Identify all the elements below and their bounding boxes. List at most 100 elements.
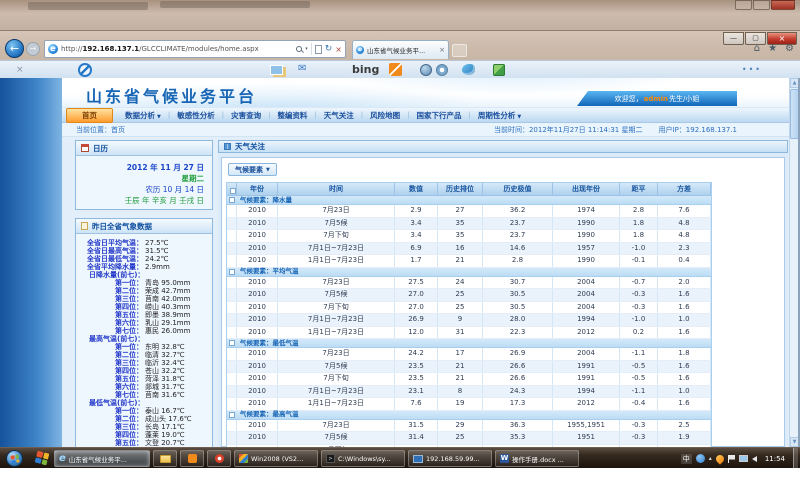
group-checkbox[interactable] bbox=[229, 340, 235, 346]
weather-panel-header: 昨日全省气象数据 bbox=[76, 219, 212, 234]
weather-stat-row: 第五位：菏泽 31.8℃ bbox=[79, 375, 209, 383]
nav-item-0[interactable]: 首页 bbox=[66, 108, 113, 123]
tray-app-icon[interactable] bbox=[696, 454, 705, 463]
taskbar-clock[interactable]: 11:54 bbox=[761, 455, 789, 463]
refresh-icon[interactable]: ↻ bbox=[325, 45, 333, 54]
close-icon[interactable] bbox=[771, 0, 795, 10]
taskbar: e山东省气候业务平... Win2008 (VS2...>C:\Windows\s… bbox=[0, 447, 800, 468]
action-center-flag-icon[interactable] bbox=[728, 455, 735, 463]
url-text[interactable]: http://192.168.137.1/GLCCLIMATE/modules/… bbox=[61, 45, 293, 53]
volume-icon[interactable] bbox=[752, 456, 757, 462]
table-cell: 1.0 bbox=[658, 386, 711, 398]
network-icon[interactable] bbox=[739, 455, 748, 462]
nav-item-6[interactable]: 风险地图 bbox=[363, 110, 407, 121]
weather-stat-row: 第一位：东明 32.8℃ bbox=[79, 343, 209, 351]
table-group-row[interactable]: 气候要素：降水量 bbox=[227, 196, 711, 205]
select-all-checkbox[interactable] bbox=[230, 188, 236, 194]
chevron-down-icon[interactable]: ▾ bbox=[305, 46, 308, 52]
table-row: 20107月下旬3.43523.719901.84.8 bbox=[227, 230, 711, 243]
taskbar-window-label: 操作手册.docx ... bbox=[512, 454, 564, 464]
table-cell: -0.7 bbox=[620, 277, 658, 289]
show-desktop-button[interactable] bbox=[793, 448, 798, 469]
nav-item-3[interactable]: 灾害查询 bbox=[224, 110, 268, 121]
taskbar-window-1[interactable] bbox=[153, 450, 177, 467]
taskbar-window-5[interactable]: >C:\Windows\sy... bbox=[321, 450, 405, 467]
tools-icon[interactable]: ⚙ bbox=[785, 42, 794, 56]
table-cell: 35.3 bbox=[483, 432, 553, 444]
weather-stat-row: 全省日最高气温：31.5℃ bbox=[79, 247, 209, 255]
bing-logo[interactable]: bing bbox=[352, 63, 379, 76]
table-cell: 30.5 bbox=[483, 302, 553, 314]
table-cell: 2010 bbox=[237, 218, 278, 230]
nav-item-4[interactable]: 整编资料 bbox=[270, 110, 314, 121]
start-button[interactable] bbox=[6, 450, 23, 467]
search-icon[interactable] bbox=[296, 46, 302, 52]
taskbar-window-2[interactable] bbox=[180, 450, 204, 467]
table-cell: 1990 bbox=[553, 255, 620, 267]
search-provider-icon[interactable] bbox=[389, 63, 402, 76]
toolbar-bird-icon[interactable] bbox=[462, 64, 475, 75]
compatibility-view-icon[interactable] bbox=[315, 45, 322, 54]
stat-label: 第二位： bbox=[79, 351, 143, 359]
stop-icon[interactable]: × bbox=[335, 45, 342, 54]
favorites-icon[interactable]: ★ bbox=[768, 42, 777, 56]
page-scrollbar[interactable]: ▲ ▼ bbox=[789, 78, 798, 447]
nav-item-1[interactable]: 数据分析▼ bbox=[118, 110, 168, 121]
taskbar-window-6[interactable]: 192.168.59.99... bbox=[408, 450, 492, 467]
pinned-app-icon[interactable] bbox=[35, 451, 50, 466]
home-icon[interactable]: ⌂ bbox=[754, 42, 760, 56]
forward-button[interactable]: → bbox=[26, 42, 40, 56]
address-bar[interactable]: e http://192.168.137.1/GLCCLIMATE/module… bbox=[44, 40, 346, 58]
maximize-icon[interactable] bbox=[753, 0, 770, 10]
stat-value: 长岛 17.1℃ bbox=[145, 423, 185, 431]
table-group-row[interactable]: 气候要素：平均气温 bbox=[227, 268, 711, 277]
browser-toolbar: × ✉ bing ••• bbox=[0, 60, 800, 79]
mail-icon[interactable]: ✉ bbox=[298, 63, 306, 74]
group-checkbox[interactable] bbox=[229, 197, 235, 203]
taskbar-window-3[interactable] bbox=[207, 450, 231, 467]
taskbar-window-4[interactable]: Win2008 (VS2... bbox=[234, 450, 318, 467]
nav-item-8[interactable]: 周期性分析▼ bbox=[471, 110, 528, 121]
taskbar-window-7[interactable]: W操作手册.docx ... bbox=[495, 450, 579, 467]
group-checkbox[interactable] bbox=[229, 269, 235, 275]
table-row: 20107月5候3.43523.719901.84.8 bbox=[227, 218, 711, 231]
stat-label: 第五位： bbox=[79, 375, 143, 383]
windows-logo-icon bbox=[10, 454, 19, 463]
tray-expand-icon[interactable]: ▴ bbox=[709, 455, 712, 462]
toolbar-plugin-icon[interactable] bbox=[493, 64, 505, 76]
table-group-row[interactable]: 气候要素：最低气温 bbox=[227, 339, 711, 348]
calendar-date: 2012 年 11 月 27 日 bbox=[80, 162, 204, 173]
table-group-row[interactable]: 气候要素：最高气温 bbox=[227, 411, 711, 420]
taskbar-window-0[interactable]: e山东省气候业务平... bbox=[54, 450, 150, 467]
nav-item-2[interactable]: 敏感性分析 bbox=[170, 110, 222, 121]
minimize-icon[interactable] bbox=[735, 0, 752, 10]
tab-close-icon[interactable]: × bbox=[439, 46, 445, 54]
nav-item-7[interactable]: 国家下行产品 bbox=[410, 110, 469, 121]
blocked-icon[interactable] bbox=[78, 63, 92, 77]
site-header: 山东省气候业务平台 欢迎您，admin 先生/小姐 bbox=[62, 78, 789, 108]
table-header-cell: 数值 bbox=[395, 183, 438, 196]
address-bar-row: ← → e http://192.168.137.1/GLCCLIMATE/mo… bbox=[0, 39, 800, 60]
nav-item-5[interactable]: 天气关注 bbox=[317, 110, 361, 121]
weather-focus-header: 天气关注 bbox=[218, 140, 788, 153]
toolbar-plugin-icon[interactable] bbox=[436, 64, 448, 76]
back-button[interactable]: ← bbox=[5, 39, 24, 58]
browser-tab[interactable]: e 山东省气候业务平... × bbox=[352, 40, 449, 59]
table-cell bbox=[227, 255, 237, 267]
table-cell: 2004 bbox=[553, 277, 620, 289]
table-cell: 24.2 bbox=[395, 348, 438, 360]
climate-element-button[interactable]: 气候要素 ▼ bbox=[228, 163, 277, 176]
toolbar-plugin-icon[interactable] bbox=[420, 64, 432, 76]
weather-stat-row: 全省日平均气温：27.5℃ bbox=[79, 239, 209, 247]
ie-icon: e bbox=[59, 454, 66, 464]
close-icon[interactable]: × bbox=[16, 65, 24, 75]
username: admin bbox=[644, 95, 668, 103]
tray-flame-icon[interactable] bbox=[714, 453, 725, 464]
table-cell: -0.5 bbox=[620, 361, 658, 373]
new-tab-button[interactable] bbox=[452, 44, 467, 57]
photos-icon[interactable] bbox=[270, 65, 283, 75]
input-language-indicator[interactable]: 中 bbox=[681, 454, 692, 464]
nav-menu: 首页数据分析▼|敏感性分析|灾害查询|整编资料|天气关注|风险地图|国家下行产品… bbox=[62, 108, 789, 123]
group-checkbox[interactable] bbox=[229, 412, 235, 418]
more-options-icon[interactable]: ••• bbox=[742, 65, 762, 74]
